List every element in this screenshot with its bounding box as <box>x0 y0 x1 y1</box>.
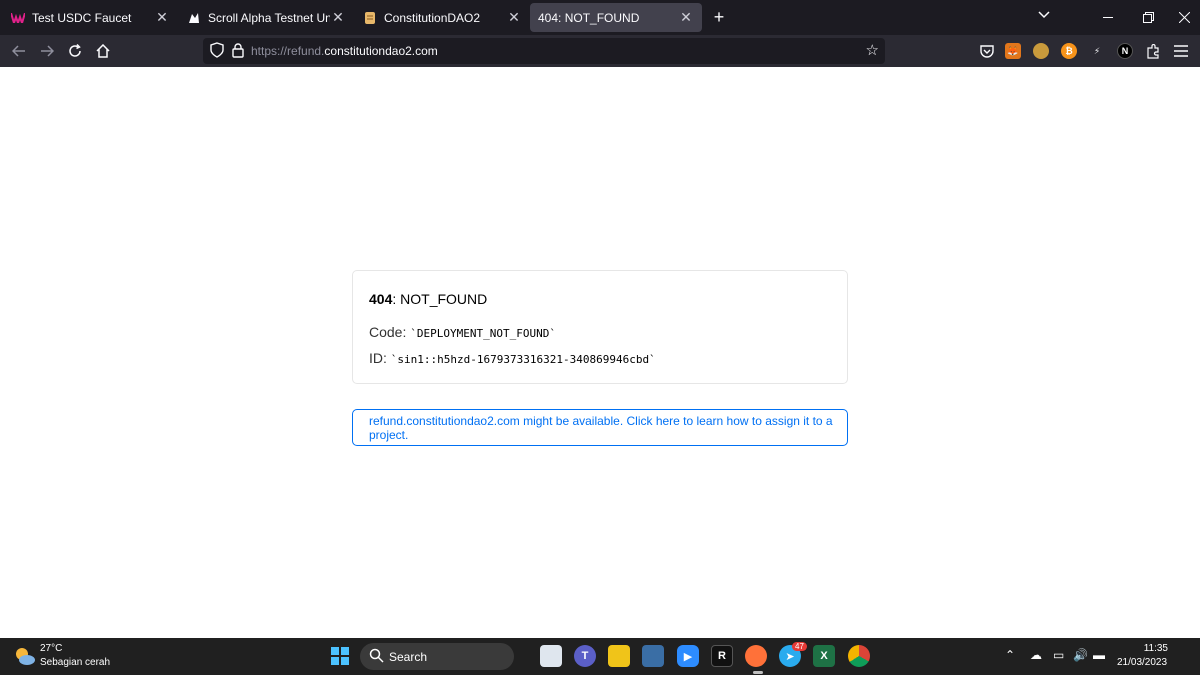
list-all-tabs-icon[interactable] <box>1038 8 1050 22</box>
scroll-icon <box>362 10 378 26</box>
tracking-protection-shield-icon[interactable] <box>209 42 227 60</box>
tab-scroll-uniswap[interactable]: Scroll Alpha Testnet Uniswap In ✕ <box>178 3 354 32</box>
terminal-app-icon[interactable]: R <box>711 645 733 667</box>
close-tab-icon[interactable]: ✕ <box>506 9 522 26</box>
restore-icon[interactable] <box>1128 0 1168 35</box>
task-view-icon[interactable] <box>540 645 562 667</box>
search-label: Search <box>389 650 428 664</box>
new-tab-button[interactable]: + <box>708 7 730 29</box>
taskbar-search-box[interactable]: Search <box>360 643 514 670</box>
tab-title: Scroll Alpha Testnet Uniswap In <box>208 10 330 25</box>
extension-icon[interactable]: ⚡ <box>1089 43 1105 59</box>
zoom-icon[interactable]: ▶ <box>677 645 699 667</box>
forward-arrow-icon[interactable] <box>35 39 59 63</box>
search-icon <box>369 648 385 664</box>
temperature[interactable]: 27°C <box>40 643 62 654</box>
code-value: `DEPLOYMENT_NOT_FOUND` <box>410 327 556 340</box>
page-content: 404: NOT_FOUND Code: `DEPLOYMENT_NOT_FOU… <box>0 67 1200 638</box>
weather-description[interactable]: Sebagian cerah <box>40 657 110 668</box>
partly-sunny-weather-icon[interactable] <box>14 646 36 666</box>
cloud-offline-icon[interactable]: ☁ <box>1030 648 1042 662</box>
address-bar[interactable]: https://refund.constitutiondao2.com ☆ <box>203 38 885 64</box>
home-icon[interactable] <box>91 39 115 63</box>
error-heading: 404: NOT_FOUND <box>369 291 488 307</box>
code-label: Code: <box>369 324 407 340</box>
close-window-icon[interactable] <box>1164 0 1200 35</box>
windows-taskbar: 27°C Sebagian cerah Search T ▶ R ➤ 47 X … <box>0 638 1200 675</box>
battery-icon[interactable]: ▬ <box>1093 648 1105 662</box>
tab-bar: Test USDC Faucet ✕ Scroll Alpha Testnet … <box>0 0 1200 35</box>
extension-icon[interactable] <box>1033 43 1049 59</box>
chevron-up-icon[interactable]: ⌃ <box>1005 648 1015 662</box>
bitcoin-extension-icon[interactable]: ₿ <box>1061 43 1077 59</box>
close-tab-icon[interactable]: ✕ <box>330 9 346 26</box>
lock-icon[interactable] <box>230 42 248 60</box>
telegram-badge: 47 <box>792 642 807 651</box>
display-icon[interactable]: ▭ <box>1053 648 1064 662</box>
tab-test-usdc-faucet[interactable]: Test USDC Faucet ✕ <box>2 3 178 32</box>
reload-icon[interactable] <box>63 39 87 63</box>
error-id-line: ID: `sin1::h5hzd-1679373316321-340869946… <box>369 350 656 366</box>
error-card: 404: NOT_FOUND Code: `DEPLOYMENT_NOT_FOU… <box>352 270 848 384</box>
id-value: `sin1::h5hzd-1679373316321-340869946cbd` <box>390 353 656 366</box>
active-app-indicator <box>753 671 763 674</box>
volume-icon[interactable]: 🔊 <box>1073 648 1088 662</box>
extension-icon[interactable]: N <box>1117 43 1133 59</box>
back-arrow-icon[interactable] <box>7 39 31 63</box>
windows-start-icon[interactable] <box>329 645 351 667</box>
excel-icon[interactable]: X <box>813 645 835 667</box>
tab-constitutiondao2[interactable]: ConstitutionDAO2 ✕ <box>354 3 530 32</box>
url-text[interactable]: https://refund.constitutiondao2.com <box>251 44 438 58</box>
domain-available-link[interactable]: refund.constitutiondao2.com might be ava… <box>352 409 848 446</box>
wormhole-icon <box>10 10 26 26</box>
unicorn-icon <box>186 10 202 26</box>
clock-time[interactable]: 11:35 <box>1138 643 1168 654</box>
id-label: ID: <box>369 350 387 366</box>
minimize-icon[interactable] <box>1088 0 1128 35</box>
teams-chat-icon[interactable]: T <box>574 645 596 667</box>
firefox-icon[interactable] <box>745 645 767 667</box>
close-tab-icon[interactable]: ✕ <box>154 9 170 26</box>
file-explorer-icon[interactable] <box>608 645 630 667</box>
pocket-icon[interactable] <box>975 39 999 63</box>
close-tab-icon[interactable]: ✕ <box>678 9 694 26</box>
tab-404-not-found[interactable]: 404: NOT_FOUND ✕ <box>530 3 702 32</box>
bookmark-star-icon[interactable]: ☆ <box>866 41 879 59</box>
chrome-icon[interactable] <box>848 645 870 667</box>
menu-hamburger-icon[interactable] <box>1173 43 1189 59</box>
extensions-puzzle-icon[interactable] <box>1145 43 1161 59</box>
clock-date[interactable]: 21/03/2023 <box>1117 657 1167 668</box>
tab-title: Test USDC Faucet <box>32 10 132 25</box>
domain-available-text[interactable]: refund.constitutiondao2.com might be ava… <box>369 414 847 442</box>
network-app-icon[interactable] <box>642 645 664 667</box>
metamask-extension-icon[interactable]: 🦊 <box>1005 43 1021 59</box>
tab-title: 404: NOT_FOUND <box>538 10 640 25</box>
error-code-line: Code: `DEPLOYMENT_NOT_FOUND` <box>369 324 556 340</box>
tab-title: ConstitutionDAO2 <box>384 10 481 25</box>
